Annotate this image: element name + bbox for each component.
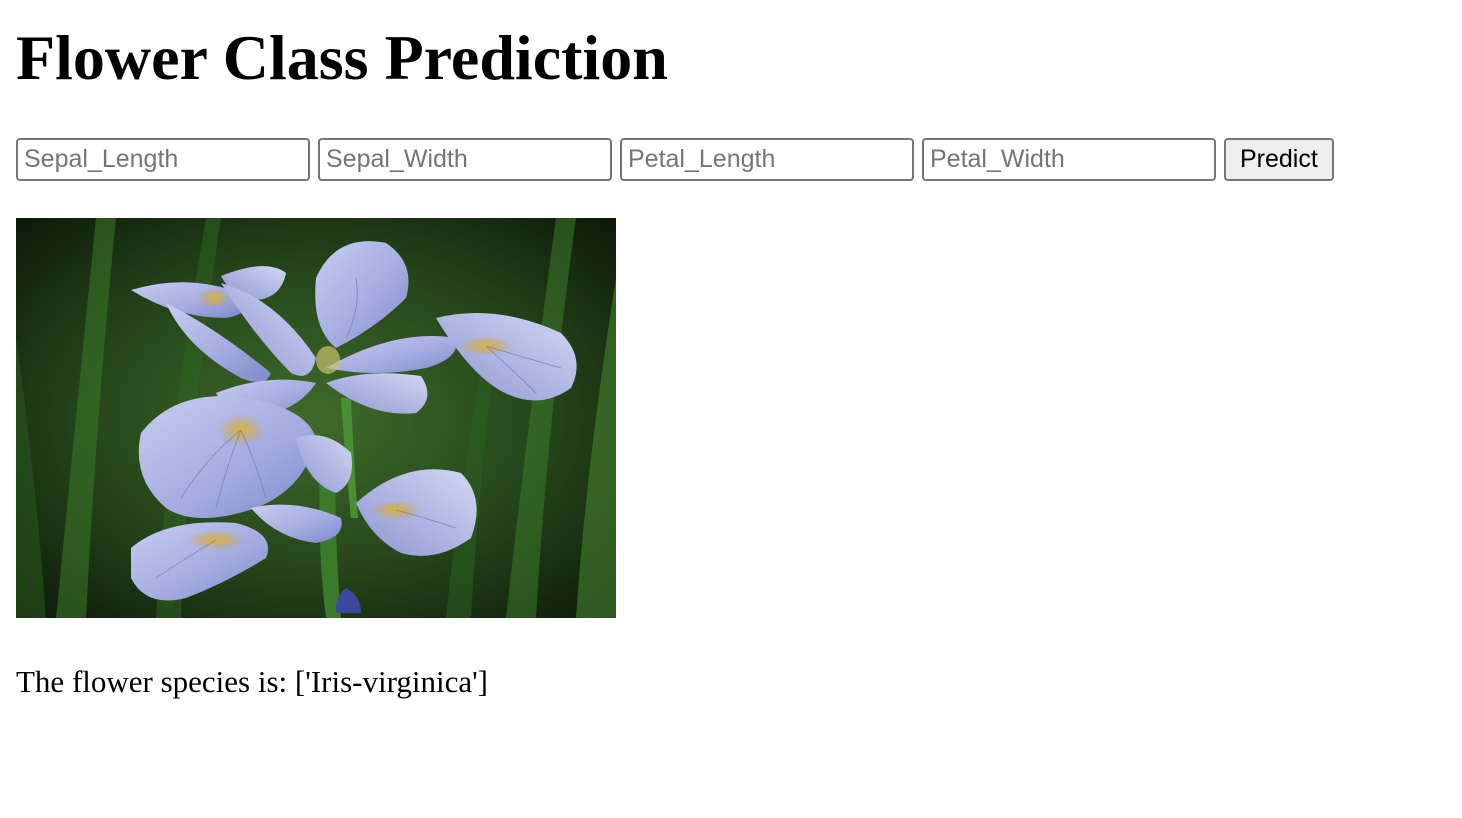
page-title: Flower Class Prediction bbox=[16, 22, 668, 93]
petal-length-input[interactable] bbox=[620, 138, 914, 181]
sepal-width-input[interactable] bbox=[318, 138, 612, 181]
prediction-result: The flower species is: ['Iris-virginica'… bbox=[16, 664, 488, 699]
sepal-length-input[interactable] bbox=[16, 138, 310, 181]
prediction-form: Predict bbox=[16, 138, 1334, 181]
petal-width-input[interactable] bbox=[922, 138, 1216, 181]
predict-button[interactable]: Predict bbox=[1224, 138, 1334, 181]
iris-flower-image bbox=[16, 218, 616, 618]
